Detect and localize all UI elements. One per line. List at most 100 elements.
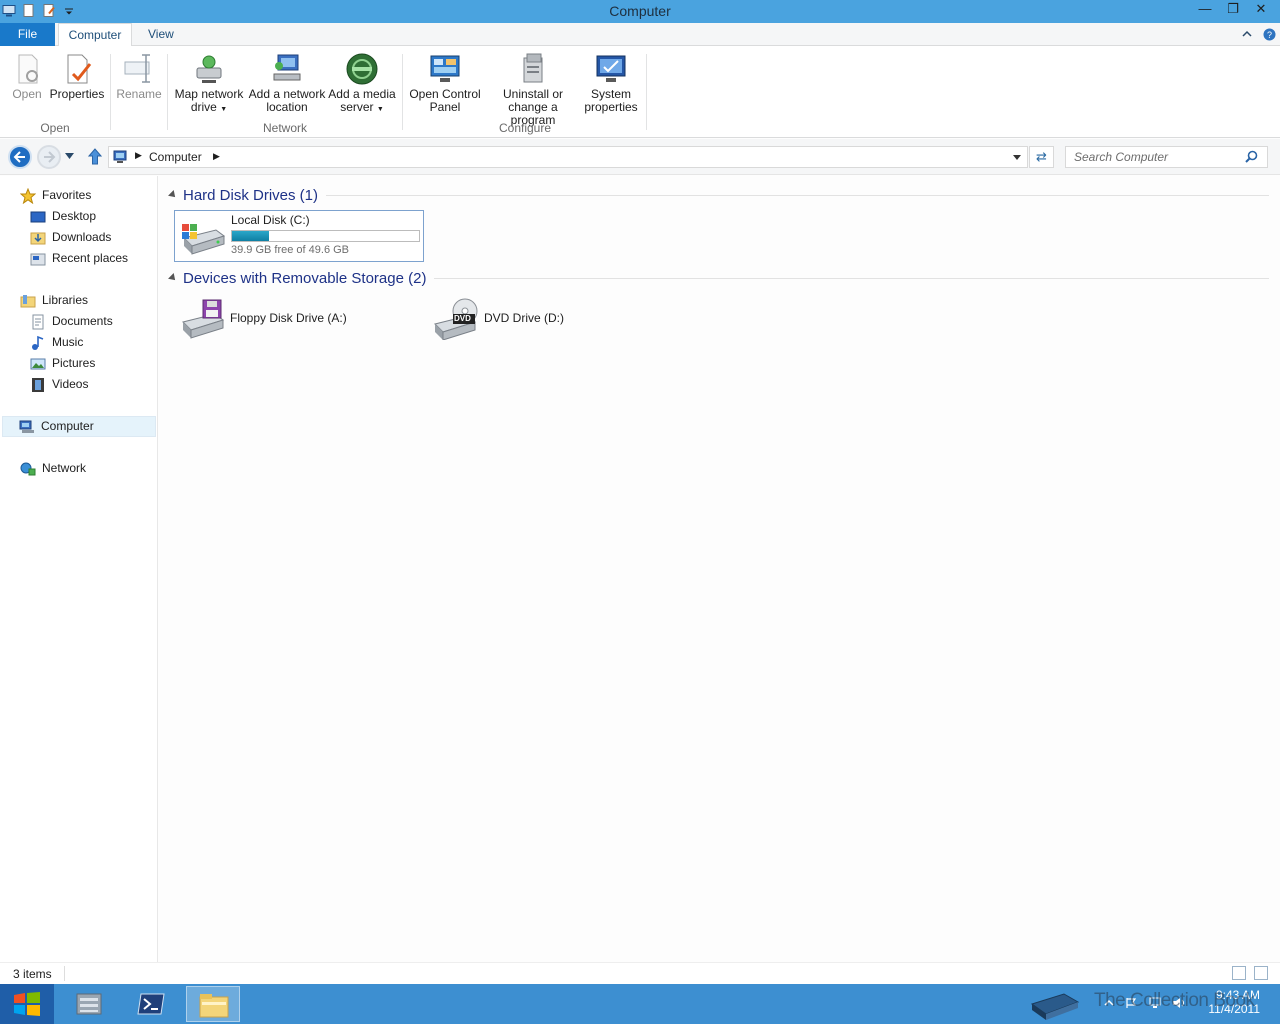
add-media-server-button[interactable]: Add a media server ▼ — [328, 52, 396, 116]
item-count: 3 items — [13, 967, 52, 981]
details-view-icon[interactable] — [1232, 966, 1246, 980]
up-arrow-icon[interactable] — [88, 148, 102, 165]
rename-icon — [124, 54, 150, 83]
powershell-icon — [137, 993, 165, 1015]
nav-item-desktop[interactable]: Desktop — [30, 206, 96, 227]
ribbon-group-open: Open Properties Open — [0, 52, 110, 135]
drive-name: DVD Drive (D:) — [484, 311, 564, 325]
address-field[interactable]: ▶ Computer ▶ — [108, 146, 1028, 168]
nav-label: Libraries — [42, 293, 89, 307]
tab-computer[interactable]: Computer — [58, 23, 132, 47]
nav-item-music[interactable]: Music — [30, 332, 83, 353]
nav-item-documents[interactable]: Documents — [30, 311, 113, 332]
status-bar: 3 items — [0, 962, 1280, 984]
forward-button[interactable] — [37, 145, 61, 169]
collapse-triangle-icon[interactable] — [168, 273, 178, 283]
group-label-open: Open — [40, 121, 70, 135]
star-icon — [20, 187, 36, 204]
search-input[interactable] — [1065, 146, 1268, 168]
properties-icon — [67, 54, 92, 84]
start-button[interactable] — [0, 984, 54, 1024]
server-manager-icon — [76, 993, 102, 1015]
nav-item-network[interactable]: Network — [20, 458, 86, 479]
add-network-location-icon — [273, 54, 301, 81]
drive-tile-floppy-a[interactable]: Floppy Disk Drive (A:) — [174, 293, 424, 345]
large-icons-view-icon[interactable] — [1254, 966, 1268, 980]
documents-icon — [32, 314, 44, 329]
properties-label: Properties — [49, 87, 105, 101]
drive-tile-local-disk-c[interactable]: Local Disk (C:) 39.9 GB free of 49.6 GB — [174, 210, 424, 262]
libraries-icon — [20, 294, 36, 307]
nav-item-pictures[interactable]: Pictures — [30, 353, 95, 374]
taskbar-powershell[interactable] — [124, 986, 178, 1022]
nav-label: Videos — [52, 377, 89, 391]
add-network-location-button[interactable]: Add a network location — [248, 52, 326, 114]
map-drive-label-line2: drive ▼ — [190, 100, 228, 114]
pictures-icon — [30, 358, 46, 369]
taskbar-server-manager[interactable] — [62, 986, 116, 1022]
group-title: Devices with Removable Storage (2) — [183, 269, 427, 287]
close-button[interactable]: ✕ — [1254, 1, 1268, 17]
music-icon — [32, 335, 44, 350]
restore-button[interactable]: ❐ — [1226, 1, 1240, 17]
content-pane: Hard Disk Drives (1) Local Disk (C:) 39.… — [159, 176, 1280, 962]
nav-label: Downloads — [52, 230, 112, 244]
help-icon[interactable]: ? — [1263, 28, 1276, 41]
back-button[interactable] — [8, 145, 32, 169]
breadcrumb-computer[interactable]: Computer — [149, 150, 202, 164]
nav-item-libraries[interactable]: Libraries — [20, 290, 88, 311]
nav-item-downloads[interactable]: Downloads — [30, 227, 111, 248]
open-button[interactable]: Open — [6, 52, 48, 101]
media-server-icon — [346, 53, 378, 85]
open-control-panel-button[interactable]: Open Control Panel — [407, 52, 483, 114]
group-header-removable-storage[interactable]: Devices with Removable Storage (2) — [168, 268, 1269, 288]
tab-file[interactable]: File — [0, 23, 55, 46]
title-bar: Computer — ❐ ✕ — [0, 0, 1280, 23]
taskbar: 9:43 AM 11/4/2011 — [0, 984, 1280, 1024]
group-title: Hard Disk Drives (1) — [183, 186, 319, 204]
sysprops-label-line2: properties — [584, 100, 638, 114]
tab-view[interactable]: View — [138, 23, 184, 46]
nav-label: Desktop — [52, 209, 97, 223]
breadcrumb-chevron-icon[interactable]: ▶ — [213, 151, 220, 162]
desktop-icon — [30, 211, 46, 222]
minimize-button[interactable]: — — [1198, 1, 1212, 17]
group-header-hard-disk-drives[interactable]: Hard Disk Drives (1) — [168, 185, 1269, 205]
refresh-button[interactable]: ⇄ — [1029, 146, 1054, 168]
collapse-ribbon-icon[interactable] — [1241, 28, 1253, 40]
divider — [64, 966, 65, 981]
add-location-label-line2: location — [266, 100, 308, 114]
breadcrumb-chevron-icon[interactable]: ▶ — [135, 150, 142, 161]
drive-tile-dvd-d[interactable]: DVD DVD Drive (D:) — [428, 293, 608, 345]
file-explorer-icon — [199, 994, 229, 1018]
taskbar-file-explorer[interactable] — [186, 986, 240, 1022]
open-label: Open — [12, 87, 42, 101]
group-label-network: Network — [262, 121, 307, 135]
uninstall-program-icon — [523, 53, 543, 83]
map-network-drive-button[interactable]: Map network drive ▼ — [172, 52, 246, 116]
properties-button[interactable]: Properties — [48, 52, 106, 101]
rename-button[interactable]: Rename — [115, 52, 163, 101]
system-properties-button[interactable]: System properties — [583, 52, 639, 114]
downloads-folder-icon — [30, 232, 46, 244]
recent-locations-dropdown-icon[interactable] — [65, 153, 74, 159]
dropdown-arrow-icon: ▼ — [376, 106, 384, 113]
disk-usage-bar — [231, 230, 420, 242]
nav-item-videos[interactable]: Videos — [30, 374, 88, 395]
back-arrow-icon — [13, 151, 25, 163]
collapse-triangle-icon[interactable] — [168, 190, 178, 200]
ribbon-tabs: File Computer View ? — [0, 23, 1280, 47]
watermark-text: The Collection Book — [1094, 990, 1255, 1011]
drive-name: Floppy Disk Drive (A:) — [230, 311, 347, 325]
nav-item-favorites[interactable]: Favorites — [20, 185, 91, 206]
drive-name: Local Disk (C:) — [231, 213, 310, 227]
search-icon[interactable] — [1245, 150, 1258, 163]
address-dropdown-icon[interactable] — [1013, 155, 1021, 160]
uninstall-program-button[interactable]: Uninstall or change a program — [485, 52, 581, 127]
nav-label: Documents — [52, 314, 113, 328]
ribbon-group-configure: Open Control Panel Uninstall or change a… — [403, 52, 647, 135]
nav-item-recent-places[interactable]: Recent places — [30, 248, 128, 269]
nav-item-computer[interactable]: Computer — [2, 416, 156, 437]
dvd-badge: DVD — [454, 314, 471, 323]
dropdown-arrow-icon: ▼ — [220, 106, 228, 113]
